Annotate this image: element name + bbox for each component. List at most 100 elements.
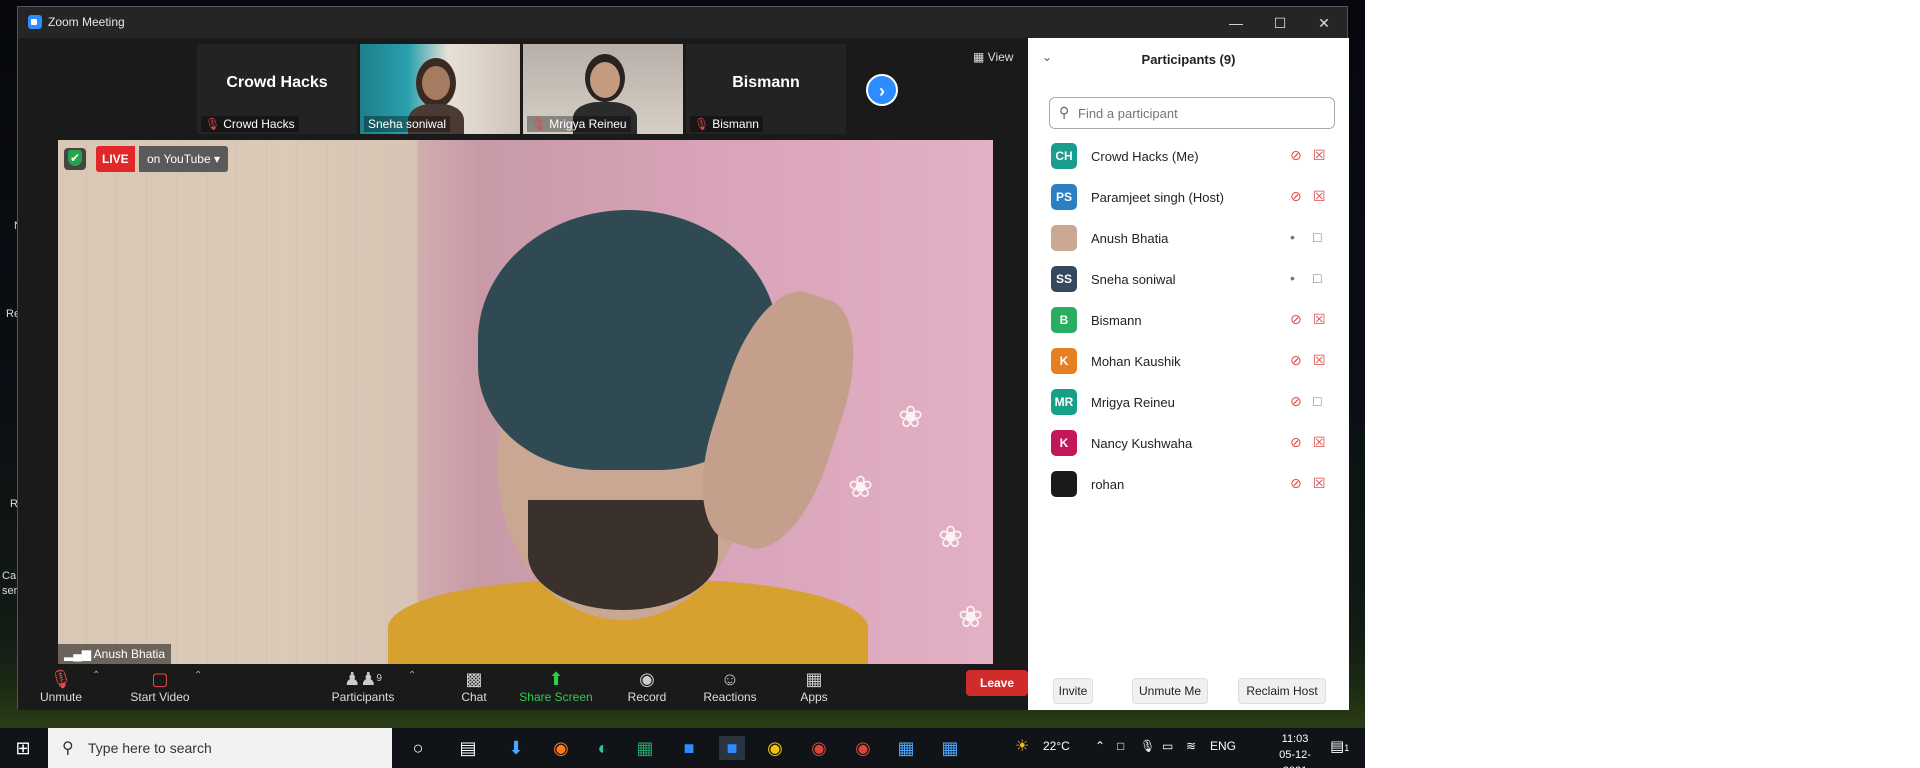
apps-icon: ▦ [805,669,823,689]
muted-mic-icon: 🎙 [205,117,221,131]
video-off-icon[interactable]: ☒ [1313,147,1326,164]
participant-name: Sneha soniwal [1091,272,1176,287]
battery-icon[interactable]: ▭ [1162,739,1173,753]
excel-icon[interactable]: ▦ [632,736,658,760]
muted-mic-icon[interactable]: ⊘ [1290,311,1302,328]
weather-icon[interactable]: ☀ [1015,736,1029,756]
maximize-button[interactable]: ☐ [1258,11,1302,35]
muted-mic-icon[interactable]: ⊘ [1290,147,1302,164]
zoom-logo-icon [28,15,42,29]
minimize-button[interactable]: — [1214,11,1258,35]
audio-options-caret[interactable]: ⌃ [92,670,100,681]
photos-icon[interactable]: ▦ [937,736,963,760]
mic-icon[interactable]: • [1290,270,1295,286]
zoom-app-icon[interactable]: ■ [676,736,702,760]
chevron-up-icon[interactable]: ⌃ [1095,739,1105,753]
participant-name: Mohan Kaushik [1091,354,1181,369]
live-platform-dropdown[interactable]: on YouTube ▾ [139,146,228,172]
notification-icon[interactable]: ▤1 [1330,737,1349,755]
record-button[interactable]: ◉ Record [624,668,670,704]
video-icon[interactable]: □ [1313,229,1321,245]
participants-options-caret[interactable]: ⌃ [408,670,416,681]
video-off-icon[interactable]: ☒ [1313,434,1326,451]
reclaim-host-button[interactable]: Reclaim Host [1238,678,1326,704]
participants-icon: ♟♟9 [344,669,382,689]
mic-icon[interactable]: • [1290,229,1295,245]
firefox-icon[interactable]: ◉ [548,736,574,760]
leave-button[interactable]: Leave [966,670,1028,696]
video-off-icon[interactable]: ☒ [1313,352,1326,369]
cortana-icon[interactable]: ○ [405,736,431,760]
next-page-button[interactable]: › [866,74,898,106]
invite-button[interactable]: Invite [1053,678,1093,704]
participant-name: rohan [1091,477,1125,492]
panel-header: ⌄ Participants (9) [1028,38,1349,78]
thumbnail-sneha-soniwal[interactable]: Sneha soniwal [360,44,520,134]
video-options-caret[interactable]: ⌃ [194,670,202,681]
muted-mic-icon[interactable]: ⊘ [1290,352,1302,369]
thumbnail-crowd-hacks[interactable]: Crowd Hacks 🎙 Crowd Hacks [197,44,357,134]
participant-search[interactable]: ⚲ [1049,97,1335,129]
taskbar-search[interactable]: ⚲ Type here to search [48,728,392,768]
security-shield-icon[interactable] [64,148,86,170]
muted-mic-icon[interactable]: ⊘ [1290,188,1302,205]
participant-row[interactable]: Anush Bhatia • □ [1028,218,1349,259]
muted-mic-icon[interactable]: ⊘ [1290,434,1302,451]
video-off-icon[interactable]: ☒ [1313,475,1326,492]
participant-avatar [1051,471,1077,497]
participant-avatar: B [1051,307,1077,333]
participant-row[interactable]: rohan ⊘ ☒ [1028,464,1349,505]
share-screen-button[interactable]: ⬆ Share Screen [518,668,594,704]
reactions-button[interactable]: ☺ Reactions [700,668,760,704]
photos-icon[interactable]: ▦ [893,736,919,760]
apps-button[interactable]: ▦ Apps [794,668,834,704]
start-video-button[interactable]: ▢ Start Video [122,668,198,704]
participant-row[interactable]: K Nancy Kushwaha ⊘ ☒ [1028,423,1349,464]
participant-name: Anush Bhatia [1091,231,1169,246]
participant-row[interactable]: MR Mrigya Reineu ⊘ □ [1028,382,1349,423]
muted-mic-icon[interactable]: ⊘ [1290,475,1302,492]
video-off-icon[interactable]: ☒ [1313,188,1326,205]
wifi-icon[interactable]: ≋ [1186,739,1196,753]
language-indicator[interactable]: ENG [1210,739,1236,753]
chrome-profile-icon[interactable]: ◉ [806,736,832,760]
thumbnail-caption: 🎙 Crowd Hacks [201,116,299,132]
windows-start-icon[interactable]: ⊞ [10,736,36,760]
video-icon[interactable]: □ [1313,270,1321,286]
unmute-me-button[interactable]: Unmute Me [1132,678,1208,704]
zoom-tray-icon[interactable]: □ [1117,739,1124,753]
search-input[interactable] [1078,103,1328,123]
download-icon[interactable]: ⬇ [503,736,529,760]
zoom-meeting-taskbar-icon[interactable]: ■ [719,736,745,760]
active-speaker-video[interactable]: ❀ ❀ ❀ ❀ ❀ LIVE on YouTube ▾ ▂▄▆ Anush Bh… [58,140,993,664]
chat-button[interactable]: ▩ Chat [454,668,494,704]
view-button[interactable]: ▦ View [973,50,1013,64]
participants-button[interactable]: ♟♟9 Participants [328,668,398,704]
participant-avatar: K [1051,430,1077,456]
desktop-fragment: Ca [2,570,17,582]
video-off-icon[interactable]: ☒ [1313,311,1326,328]
participant-row[interactable]: K Mohan Kaushik ⊘ ☒ [1028,341,1349,382]
close-button[interactable]: ✕ [1302,11,1346,35]
clock[interactable]: 11:03 05-12-2021 [1270,731,1320,768]
participant-row[interactable]: CH Crowd Hacks (Me) ⊘ ☒ [1028,136,1349,177]
edge-icon[interactable]: ◐ [590,736,616,760]
video-icon[interactable]: □ [1313,393,1321,409]
muted-mic-icon[interactable]: ⊘ [1290,393,1302,410]
chrome-icon[interactable]: ◉ [762,736,788,760]
video-area: Crowd Hacks 🎙 Crowd Hacks Sneha soniwal 🎙… [18,38,1028,664]
microphone-icon[interactable]: 🎙 [1140,739,1155,753]
thumbnail-name: Bismann [732,74,800,91]
temperature-text[interactable]: 22°C [1043,739,1070,753]
thumbnail-mrigya-reineu[interactable]: 🎙 Mrigya Reineu [523,44,683,134]
thumbnail-bismann[interactable]: Bismann 🎙 Bismann [686,44,846,134]
caret-down-icon: ▾ [213,152,220,166]
task-view-icon[interactable]: ▤ [455,736,481,760]
chrome-profile-icon[interactable]: ◉ [850,736,876,760]
unmute-button[interactable]: 🎙 Unmute [34,668,88,704]
smiley-icon: ☺ [720,669,740,689]
wall-butterfly-decoration: ❀ [898,401,924,434]
participant-row[interactable]: SS Sneha soniwal • □ [1028,259,1349,300]
participant-row[interactable]: B Bismann ⊘ ☒ [1028,300,1349,341]
participant-row[interactable]: PS Paramjeet singh (Host) ⊘ ☒ [1028,177,1349,218]
